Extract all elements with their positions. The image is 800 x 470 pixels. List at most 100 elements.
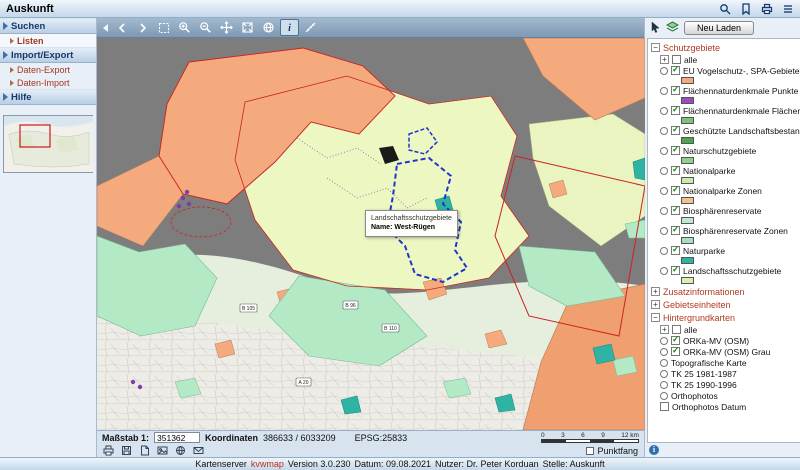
- group-label[interactable]: Schutzgebiete: [663, 43, 720, 53]
- layer-checkbox[interactable]: [671, 126, 680, 135]
- layer-radio[interactable]: [660, 337, 668, 345]
- export-image-button[interactable]: [157, 445, 168, 456]
- layer-label[interactable]: Landschaftsschutzgebiete: [683, 266, 781, 276]
- layer-label[interactable]: Flächennaturdenkmale Flächen: [683, 106, 800, 116]
- layer-label[interactable]: Naturparke: [683, 246, 725, 256]
- layer-checkbox[interactable]: [660, 402, 669, 411]
- layer-label[interactable]: ORKa-MV (OSM): [683, 336, 749, 346]
- layer-checkbox[interactable]: [672, 55, 681, 64]
- layer-checkbox[interactable]: [671, 146, 680, 155]
- layer-label[interactable]: alle: [684, 55, 697, 65]
- layer-radio[interactable]: [660, 392, 668, 400]
- expand-icon[interactable]: +: [651, 300, 660, 309]
- zoom-in-button[interactable]: [175, 19, 194, 36]
- export-pdf-button[interactable]: [139, 445, 150, 456]
- sidebar-section-hilfe[interactable]: Hilfe: [0, 89, 96, 105]
- layer-label[interactable]: Orthophotos Datum: [672, 402, 746, 412]
- layer-radio[interactable]: [660, 207, 668, 215]
- refresh-map-button[interactable]: [259, 19, 278, 36]
- search-icon[interactable]: [719, 3, 731, 15]
- expand-icon[interactable]: +: [660, 55, 669, 64]
- layer-checkbox[interactable]: [671, 347, 680, 356]
- layer-radio[interactable]: [660, 127, 668, 135]
- zoom-box-button[interactable]: [154, 19, 173, 36]
- layer-checkbox[interactable]: [671, 66, 680, 75]
- layer-label[interactable]: Biosphärenreservate: [683, 206, 761, 216]
- history-back-button[interactable]: [112, 19, 131, 36]
- send-mail-button[interactable]: [193, 445, 204, 456]
- layer-radio[interactable]: [660, 187, 668, 195]
- full-extent-button[interactable]: [238, 19, 257, 36]
- layer-radio[interactable]: [660, 267, 668, 275]
- layer-radio[interactable]: [660, 381, 668, 389]
- layer-radio[interactable]: [660, 370, 668, 378]
- layer-label[interactable]: TK 25 1981-1987: [671, 369, 737, 379]
- sidebar-section-suchen[interactable]: Suchen: [0, 18, 96, 34]
- layer-checkbox[interactable]: [671, 336, 680, 345]
- share-link-button[interactable]: [175, 445, 186, 456]
- measure-button[interactable]: [301, 19, 320, 36]
- layer-radio[interactable]: [660, 359, 668, 367]
- layer-checkbox[interactable]: [672, 325, 681, 334]
- layer-label[interactable]: Biosphärenreservate Zonen: [683, 226, 788, 236]
- bullet-icon: [10, 67, 14, 73]
- group-label[interactable]: Gebietseinheiten: [663, 300, 731, 310]
- layer-label[interactable]: alle: [684, 325, 697, 335]
- layer-label[interactable]: Topografische Karte: [671, 358, 747, 368]
- group-label[interactable]: Zusatzinformationen: [663, 287, 745, 297]
- info-icon[interactable]: i: [649, 445, 659, 455]
- menu-icon[interactable]: [782, 3, 794, 15]
- layer-checkbox[interactable]: [671, 206, 680, 215]
- save-map-button[interactable]: [121, 445, 132, 456]
- layer-radio[interactable]: [660, 87, 668, 95]
- layer-checkbox[interactable]: [671, 86, 680, 95]
- scale-input[interactable]: [154, 432, 200, 443]
- layers-icon[interactable]: [666, 21, 679, 36]
- group-label[interactable]: Hintergrundkarten: [663, 313, 735, 323]
- layer-label[interactable]: Nationalparke: [683, 166, 735, 176]
- map-canvas[interactable]: B 105 B 96 B 110 A 20 Landschaftsschutzg…: [97, 38, 645, 430]
- sidebar-item-daten-import[interactable]: Daten-Import: [0, 76, 96, 89]
- printer-icon[interactable]: [761, 3, 773, 15]
- footer-app-link[interactable]: kvwmap: [251, 459, 284, 469]
- sidebar-section-import-export[interactable]: Import/Export: [0, 47, 96, 63]
- layer-radio[interactable]: [660, 147, 668, 155]
- layer-label[interactable]: ORKa-MV (OSM) Grau: [683, 347, 770, 357]
- layer-radio[interactable]: [660, 167, 668, 175]
- layer-checkbox[interactable]: [671, 246, 680, 255]
- layer-label[interactable]: EU Vogelschutz-, SPA-Gebiete: [683, 66, 800, 76]
- layer-label[interactable]: TK 25 1990-1996: [671, 380, 737, 390]
- layer-radio[interactable]: [660, 247, 668, 255]
- bookmark-icon[interactable]: [740, 3, 752, 15]
- pan-button[interactable]: [217, 19, 236, 36]
- layer-label[interactable]: Nationalparke Zonen: [683, 186, 762, 196]
- layer-checkbox[interactable]: [671, 106, 680, 115]
- collapse-icon[interactable]: −: [651, 43, 660, 52]
- overview-map[interactable]: [3, 115, 93, 173]
- collapse-icon[interactable]: −: [651, 313, 660, 322]
- zoom-out-button[interactable]: [196, 19, 215, 36]
- info-query-button[interactable]: i: [280, 19, 299, 36]
- layer-checkbox[interactable]: [671, 266, 680, 275]
- layer-radio[interactable]: [660, 348, 668, 356]
- sidebar-item-daten-export[interactable]: Daten-Export: [0, 63, 96, 76]
- sidebar-item-listen[interactable]: Listen: [0, 34, 96, 47]
- layer-label[interactable]: Flächennaturdenkmale Punkte: [683, 86, 798, 96]
- layer-label[interactable]: Geschützte Landschaftsbestandteile: [683, 126, 800, 136]
- history-forward-button[interactable]: [133, 19, 152, 36]
- layer-radio[interactable]: [660, 67, 668, 75]
- layer-label[interactable]: Naturschutzgebiete: [683, 146, 756, 156]
- collapse-sidebar-button[interactable]: [100, 19, 110, 36]
- cursor-select-icon[interactable]: [650, 21, 661, 36]
- layer-checkbox[interactable]: [671, 226, 680, 235]
- expand-icon[interactable]: +: [660, 325, 669, 334]
- layer-radio[interactable]: [660, 107, 668, 115]
- print-map-button[interactable]: [103, 445, 114, 456]
- layer-radio[interactable]: [660, 227, 668, 235]
- layer-checkbox[interactable]: [671, 166, 680, 175]
- punktfang-checkbox[interactable]: [586, 447, 594, 455]
- expand-icon[interactable]: +: [651, 287, 660, 296]
- layer-label[interactable]: Orthophotos: [671, 391, 718, 401]
- layer-checkbox[interactable]: [671, 186, 680, 195]
- reload-button[interactable]: Neu Laden: [684, 21, 754, 35]
